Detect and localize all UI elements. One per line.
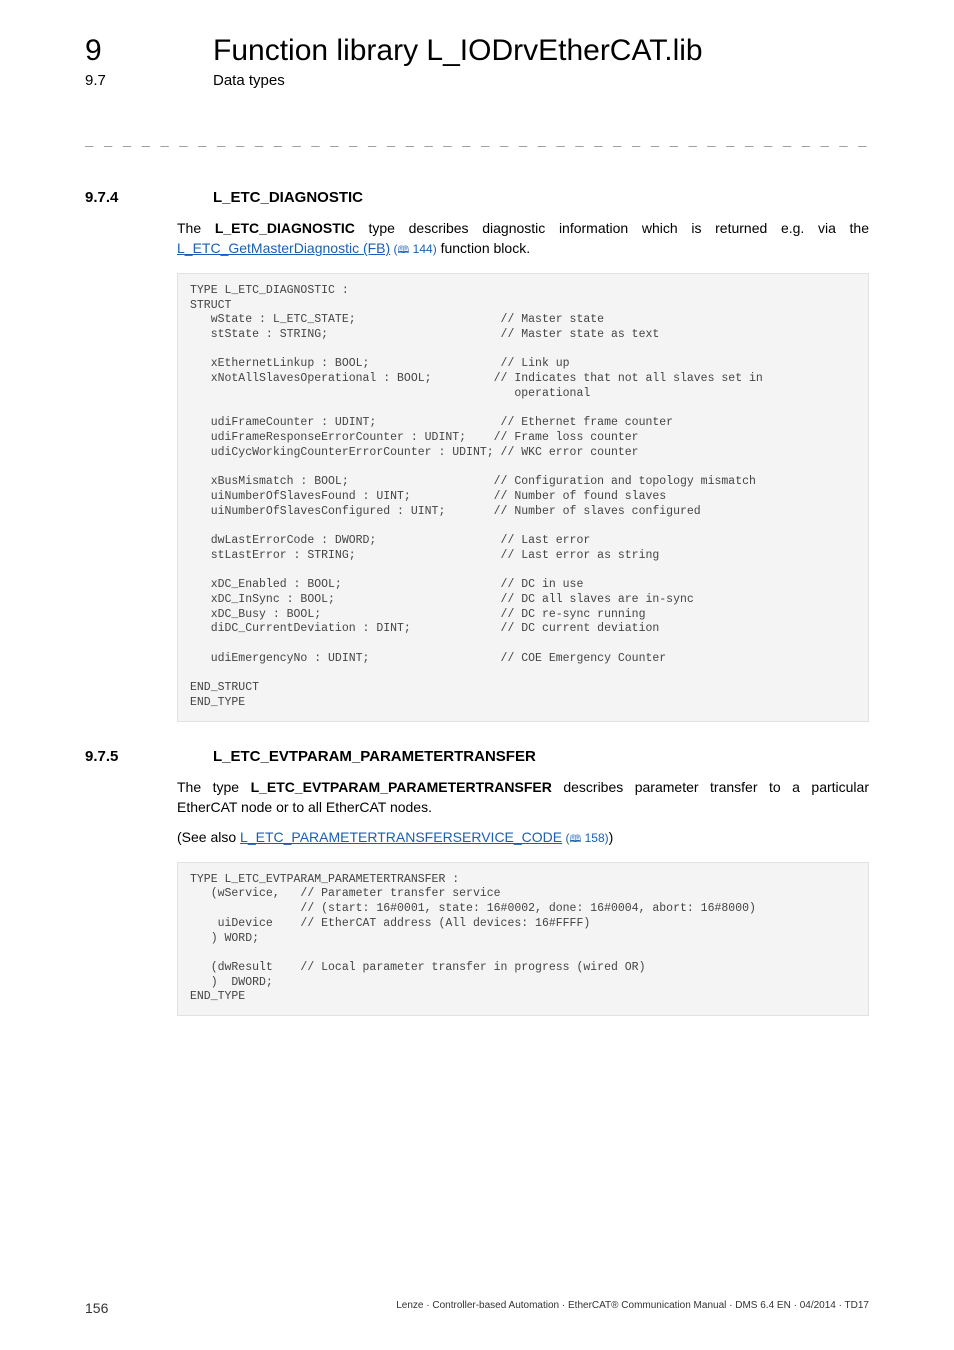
- section-heading-1: 9.7.4 L_ETC_DIAGNOSTIC: [85, 189, 869, 206]
- intro2-bold: L_ETC_EVTPARAM_PARAMETERTRANSFER: [251, 779, 552, 795]
- subheader-row: 9.7 Data types: [85, 72, 869, 89]
- intro-post: type describes diagnostic information wh…: [355, 220, 869, 236]
- intro-tail: function block.: [437, 240, 530, 256]
- intro-pre: The: [177, 220, 215, 236]
- section-number-2: 9.7.5: [85, 748, 165, 765]
- section-heading-2: 9.7.5 L_ETC_EVTPARAM_PARAMETERTRANSFER: [85, 748, 869, 765]
- chapter-title: Function library L_IODrvEtherCAT.lib: [213, 34, 703, 68]
- section2-intro: The type L_ETC_EVTPARAM_PARAMETERTRANSFE…: [177, 777, 869, 818]
- book-icon-2: 🕮: [569, 834, 581, 845]
- link-ref-num-1: 144: [413, 242, 433, 256]
- link-ref-2[interactable]: (🕮 158): [562, 831, 609, 845]
- link-paramtransfercode[interactable]: L_ETC_PARAMETERTRANSFERSERVICE_CODE: [240, 829, 562, 845]
- section-title-1: L_ETC_DIAGNOSTIC: [213, 189, 363, 206]
- link-ref-num-2: 158: [585, 831, 605, 845]
- code-block-2: TYPE L_ETC_EVTPARAM_PARAMETERTRANSFER : …: [177, 862, 869, 1016]
- link-ref-1[interactable]: (🕮 144): [390, 242, 437, 256]
- chapter-number: 9: [85, 34, 165, 68]
- section2-seealso: (See also L_ETC_PARAMETERTRANSFERSERVICE…: [177, 827, 869, 848]
- section-title-2: L_ETC_EVTPARAM_PARAMETERTRANSFER: [213, 748, 536, 765]
- doc-info: Lenze · Controller-based Automation · Et…: [396, 1300, 869, 1316]
- link-getmasterdiagnostic[interactable]: L_ETC_GetMasterDiagnostic (FB): [177, 240, 390, 256]
- header-row: 9 Function library L_IODrvEtherCAT.lib: [85, 34, 869, 68]
- code-block-1: TYPE L_ETC_DIAGNOSTIC : STRUCT wState : …: [177, 273, 869, 722]
- seealso-post: ): [609, 829, 614, 845]
- section-number-top: 9.7: [85, 72, 165, 89]
- footer: 156 Lenze · Controller-based Automation …: [85, 1300, 869, 1316]
- section-number-1: 9.7.4: [85, 189, 165, 206]
- page-number: 156: [85, 1300, 108, 1316]
- book-icon: 🕮: [398, 245, 410, 256]
- page: 9 Function library L_IODrvEtherCAT.lib 9…: [0, 0, 954, 1350]
- section1-intro: The L_ETC_DIAGNOSTIC type describes diag…: [177, 218, 869, 259]
- intro2-pre: The type: [177, 779, 251, 795]
- section-title-top: Data types: [213, 72, 285, 89]
- seealso-pre: (See also: [177, 829, 240, 845]
- separator: _ _ _ _ _ _ _ _ _ _ _ _ _ _ _ _ _ _ _ _ …: [85, 131, 869, 147]
- intro-bold: L_ETC_DIAGNOSTIC: [215, 220, 355, 236]
